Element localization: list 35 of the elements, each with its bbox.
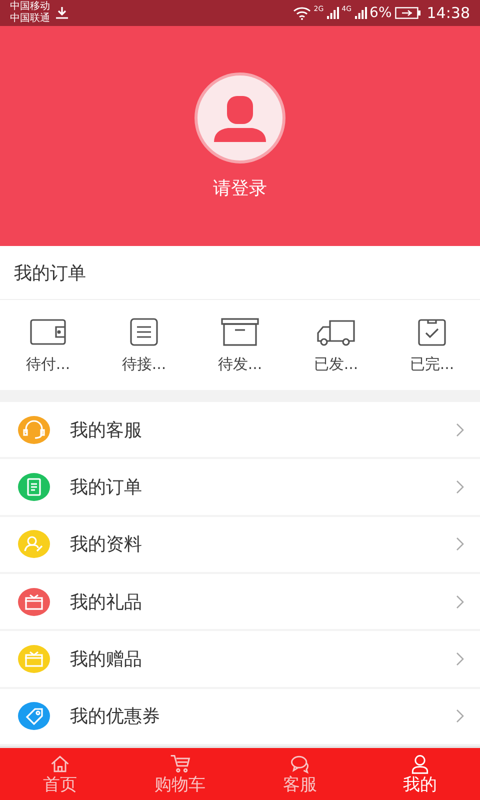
menu-item[interactable]: 我的礼品 <box>0 574 480 632</box>
battery-percent: 6% <box>370 5 392 21</box>
order-status-item[interactable]: 待付... <box>0 300 96 390</box>
chat-icon <box>289 753 311 775</box>
signal-icon <box>326 7 339 19</box>
carrier-name: 中国移动 <box>10 1 50 12</box>
chevron-right-icon <box>456 652 464 666</box>
chevron-right-icon <box>456 537 464 552</box>
signal-icon <box>354 7 367 19</box>
chevron-right-icon <box>456 709 464 724</box>
chevron-right-icon <box>456 422 464 437</box>
carrier-name: 中国联通 <box>10 13 50 25</box>
nav-tab[interactable]: 我的 <box>360 748 480 800</box>
box-icon <box>220 316 260 346</box>
order-status-item[interactable]: 已完... <box>384 300 480 390</box>
chevron-right-icon <box>456 594 464 609</box>
menu-item[interactable]: 我的客服 <box>0 402 480 460</box>
chevron-right-icon <box>456 480 464 494</box>
menu-item[interactable]: 我的赠品 <box>0 631 480 689</box>
login-link[interactable]: 请登录 <box>213 176 267 200</box>
clock: 14:38 <box>426 4 470 22</box>
download-icon <box>55 7 69 19</box>
person-icon <box>409 753 431 775</box>
section-title: 我的订单 <box>0 246 480 300</box>
order-status-item[interactable]: 已发... <box>288 300 384 390</box>
menu-item[interactable]: 我的资料 <box>0 516 480 574</box>
wifi-icon <box>292 6 311 20</box>
order-status-item[interactable]: 待接... <box>96 300 192 390</box>
battery-icon <box>394 7 421 19</box>
home-icon <box>49 753 71 775</box>
menu-item[interactable]: 我的订单 <box>0 459 480 517</box>
cart-icon <box>169 753 191 775</box>
wallet-icon <box>28 316 68 346</box>
order-status-item[interactable]: 待发... <box>192 300 288 390</box>
avatar-icon[interactable] <box>194 72 286 164</box>
